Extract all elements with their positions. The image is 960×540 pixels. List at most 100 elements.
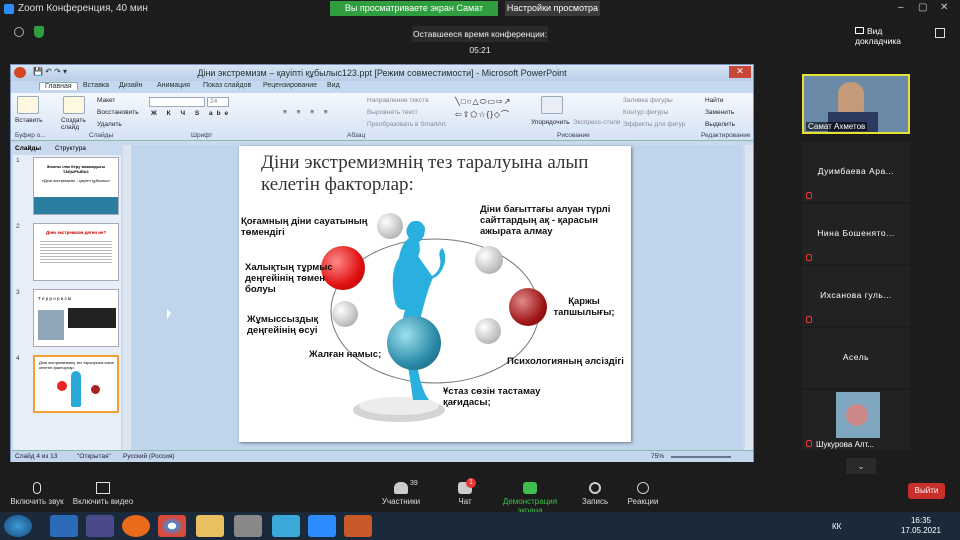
reset-button[interactable]: Восстановить (97, 109, 139, 116)
shape-fill-button[interactable]: Заливка фигуры (623, 97, 673, 104)
chrome-icon[interactable] (158, 515, 186, 537)
speaker-view-button[interactable]: Вид докладчика (855, 26, 925, 46)
shield-icon[interactable] (34, 26, 44, 38)
new-slide-button[interactable]: Создать слайд (61, 117, 87, 131)
shapes-gallery[interactable]: ╲□○△⬭▭⇨↗ (455, 97, 511, 107)
thumb-figure (71, 371, 81, 407)
start-video-button[interactable]: Включить видео (68, 482, 138, 506)
language: Русский (Россия) (123, 453, 175, 460)
text-direction-button[interactable]: Направление текста (367, 97, 429, 104)
shapes-gallery-row2[interactable]: ⇦⇧⬠☆{}◇⌒ (455, 109, 510, 120)
select-button[interactable]: Выделить (705, 121, 735, 128)
arrange-icon[interactable] (541, 96, 563, 114)
participant-name: Самат Ахметов (806, 122, 868, 131)
chat-button[interactable]: Чат (430, 482, 500, 506)
factor-label: Қаржы тапшылығы; (553, 296, 615, 318)
tab-view[interactable]: Вид (327, 82, 340, 89)
firefox-icon[interactable] (122, 515, 150, 537)
participants-label: Участники (381, 497, 421, 506)
share-screen-icon (523, 482, 537, 494)
reactions-button[interactable]: Реакции (608, 482, 678, 506)
paste-button[interactable]: Вставить (15, 117, 43, 124)
start-button-icon[interactable] (4, 515, 32, 537)
tab-insert[interactable]: Вставка (83, 82, 109, 89)
grey-ball (475, 318, 501, 344)
paste-icon[interactable] (17, 96, 39, 114)
leave-button[interactable]: Выйти (908, 483, 945, 499)
panel-scrollbar[interactable] (123, 145, 131, 450)
shape-effects-button[interactable]: Эффекты для фигур (623, 121, 685, 128)
tab-outline[interactable]: Структура (55, 145, 86, 152)
muted-mic-icon (33, 482, 41, 494)
participant-tile[interactable]: Ихсанова гуль... (802, 266, 910, 326)
video-off-icon (96, 482, 110, 494)
new-slide-icon[interactable] (63, 96, 85, 114)
minimize-button[interactable]: – (898, 2, 904, 13)
tab-animation[interactable]: Анимация (157, 82, 190, 89)
tab-slideshow[interactable]: Показ слайдов (203, 82, 251, 89)
shape-outline-button[interactable]: Контур фигуры (623, 109, 668, 116)
slide-thumbnail-4[interactable]: Діни экстремизмнің тез таралуына алып ке… (33, 355, 119, 413)
gallery-down-button[interactable]: ⌄ (846, 458, 876, 474)
ie-icon[interactable] (50, 515, 78, 537)
smartart-button[interactable]: Преобразовать в SmartArt (367, 121, 446, 128)
participant-tile[interactable]: Шукурова Алт... (802, 390, 910, 450)
fullscreen-icon[interactable] (935, 28, 945, 38)
tab-home[interactable]: Главная (39, 82, 78, 90)
participant-tile[interactable]: Дуимбаева Ара... (802, 142, 910, 202)
participants-button[interactable]: Участники (366, 482, 436, 506)
slide-thumbnail-2[interactable]: Діни экстремизм деген не? (33, 223, 119, 281)
editor-scrollbar[interactable] (745, 145, 753, 450)
ppt-close-button[interactable]: ✕ (729, 66, 751, 78)
powerpoint-taskbar-icon[interactable] (344, 515, 372, 537)
participant-tile[interactable]: Асель (802, 328, 910, 388)
panel-tabs: Слайды Структура (13, 145, 121, 155)
slide-thumbnail-1[interactable]: Жалпы ілім беру мамандығы ТАҚЫРЫБЫ: «Дін… (33, 157, 119, 215)
grid-icon (855, 27, 864, 34)
slide-thumbnail-3[interactable]: Т е р р о р и з м (33, 289, 119, 347)
record-label: Запись (581, 497, 609, 506)
info-icon[interactable] (14, 27, 24, 37)
tab-review[interactable]: Рецензирование (263, 82, 317, 89)
language-indicator[interactable]: КК (832, 522, 841, 531)
slide-counter: Слайд 4 из 13 (15, 453, 58, 460)
group-clipboard-label: Буфер о... (15, 132, 46, 139)
clock-date: 17.05.2021 (900, 526, 942, 535)
ribbon: Вставить Создать слайд Макет Восстановит… (11, 93, 753, 141)
unmute-button[interactable]: Включить звук (2, 482, 72, 506)
layout-button[interactable]: Макет (97, 97, 115, 104)
folder-icon[interactable] (196, 515, 224, 537)
participant-tile[interactable]: Нина Бошенято... (802, 204, 910, 264)
participant-tile[interactable]: Самат Ахметов (802, 74, 910, 134)
zoom-taskbar-icon[interactable] (308, 515, 336, 537)
delete-button[interactable]: Удалить (97, 121, 122, 128)
align-text-button[interactable]: Выровнять текст (367, 109, 418, 116)
zoom-slider[interactable] (671, 456, 731, 458)
maximize-button[interactable]: ▢ (918, 2, 927, 13)
zoom-level[interactable]: 75% (651, 453, 664, 460)
arrange-button[interactable]: Упорядочить (531, 119, 570, 126)
font-format-buttons[interactable]: Ж К Ч S abe (151, 110, 232, 117)
font-size-field[interactable]: 24 (207, 97, 229, 107)
tab-slides[interactable]: Слайды (15, 145, 41, 152)
slide-number: 2 (16, 223, 20, 230)
app-icon[interactable] (272, 515, 300, 537)
find-button[interactable]: Найти (705, 97, 724, 104)
tab-design[interactable]: Дизайн (119, 82, 143, 89)
share-screen-button[interactable]: Демонстрация экрана (492, 482, 568, 515)
ppt-title-bar: 💾 ↶ ↷ ▾ Діни экстремизм – қауіпті құбылы… (11, 65, 753, 81)
quick-styles-button[interactable]: Экспресс-стили (573, 119, 621, 126)
factor-label: Жалған намыс; (309, 349, 382, 360)
align-buttons[interactable]: ≡ ≡ ≡ ≡ (283, 109, 332, 116)
replace-button[interactable]: Заменить (705, 109, 734, 116)
clock-time: 16:35 (910, 516, 932, 525)
view-settings-button[interactable]: Настройки просмотра ⌄ (505, 1, 600, 28)
group-drawing-label: Рисование (557, 132, 590, 139)
media-icon[interactable] (86, 515, 114, 537)
taskbar-clock[interactable]: 16:35 17.05.2021 (896, 516, 946, 536)
participant-face (838, 82, 864, 116)
thumb-ball (57, 381, 67, 391)
font-name-field[interactable] (149, 97, 205, 107)
film-icon[interactable] (234, 515, 262, 537)
close-button[interactable]: ✕ (940, 2, 948, 13)
